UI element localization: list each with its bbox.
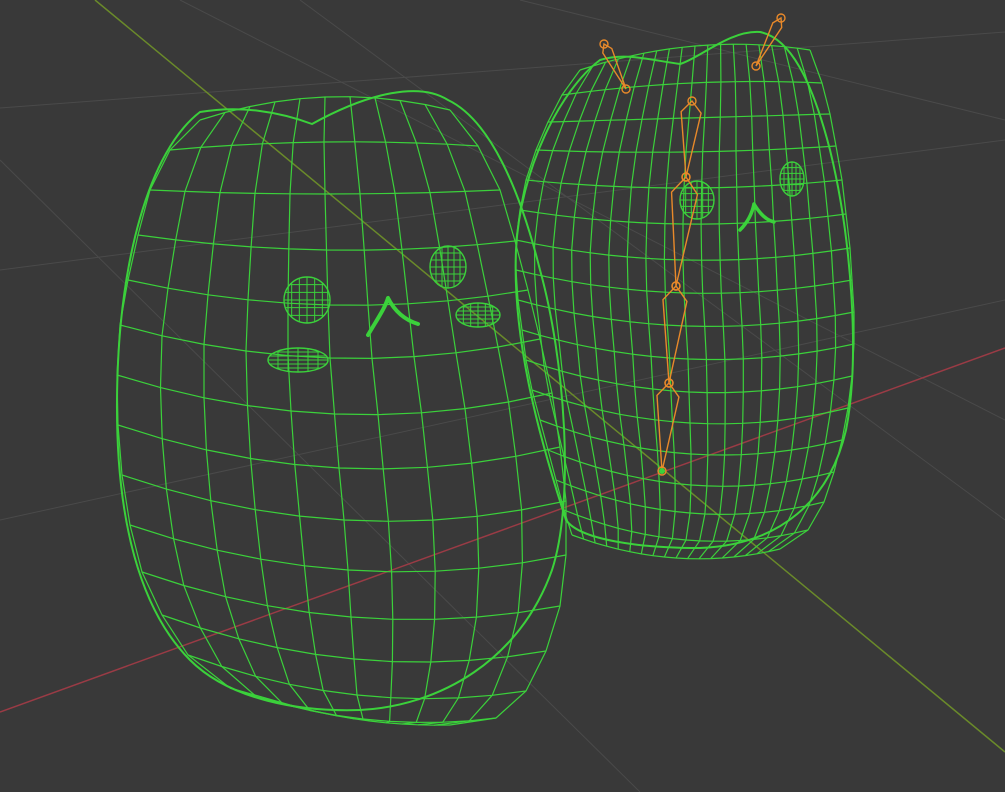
right-body-mouth [738,202,776,232]
grid-line [0,139,1005,271]
left-body-edge [323,96,371,722]
grid-line [519,0,1005,121]
right-body-edge [721,44,763,559]
right-body-edge [779,49,855,550]
right-body-edge [663,47,683,558]
bone-ear-right [755,16,783,67]
grid-line [0,31,1005,109]
left-body-edge [287,98,355,720]
bone-head [680,99,702,178]
bone-hips [656,381,680,472]
floor-grid [0,0,1005,792]
left-body-outline [115,90,566,712]
right-body-edge [552,61,607,544]
right-body-edge [710,44,744,560]
right-body-edge [675,45,696,559]
bone-ear-left [602,42,627,90]
grid-line [0,159,641,792]
left-body-edge [203,106,323,714]
bone-spine [662,284,688,384]
left-body-edge [349,96,394,724]
grid-line [299,0,1005,521]
bone-root-dot [659,468,665,474]
right-body-edge [744,45,800,557]
3d-viewport[interactable] [0,0,1005,792]
body-mesh-left[interactable] [115,90,567,726]
left-body-edge [374,97,436,725]
right-body-edge [608,53,645,552]
body-mesh-right[interactable] [514,30,855,560]
